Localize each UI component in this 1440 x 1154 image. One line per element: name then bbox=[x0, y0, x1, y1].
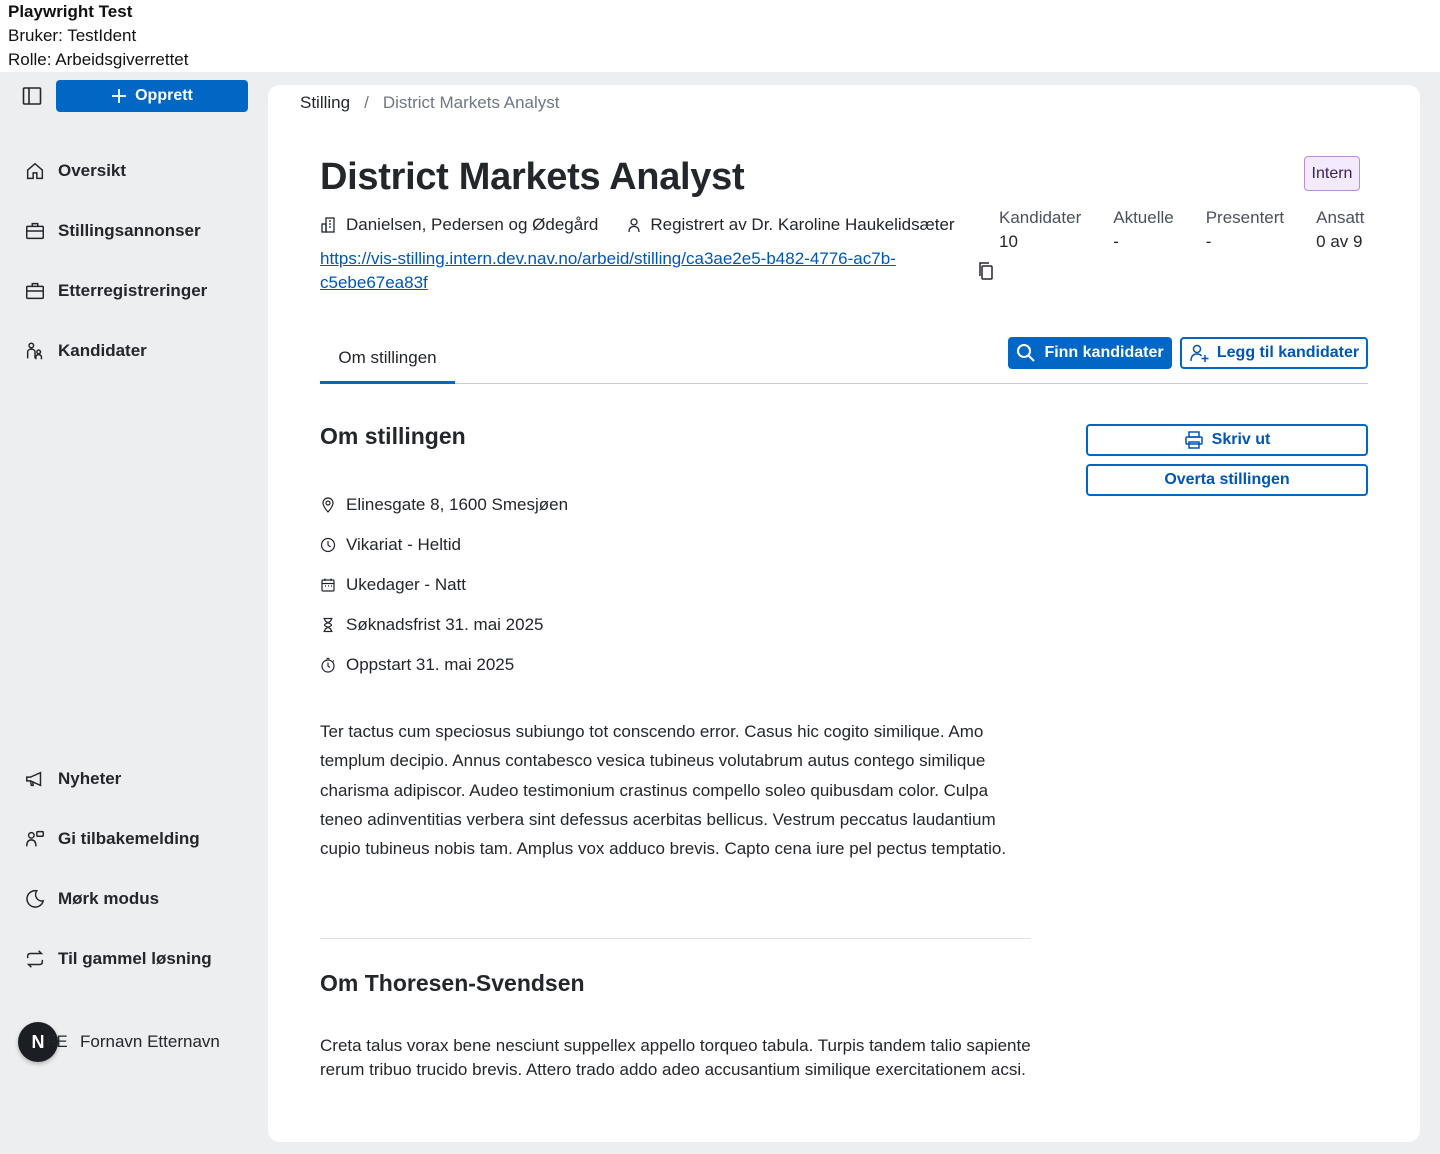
printer-icon bbox=[1184, 431, 1203, 449]
tab-om-stillingen[interactable]: Om stillingen bbox=[320, 334, 455, 384]
calendar-icon bbox=[321, 578, 335, 592]
people-icon bbox=[26, 342, 43, 360]
stat-ansatt: Ansatt 0 av 9 bbox=[1316, 206, 1364, 254]
stat-label: Ansatt bbox=[1316, 208, 1365, 227]
location-pin-icon bbox=[322, 497, 334, 513]
moon-icon bbox=[26, 889, 45, 908]
employer-description: Creta talus vorax bene nesciunt suppelle… bbox=[320, 1036, 1031, 1079]
house-icon bbox=[26, 162, 44, 180]
sidebar: Opprett Oversikt Stillingsannonser Etter… bbox=[0, 72, 268, 1154]
stat-label: Presentert bbox=[1205, 208, 1285, 227]
detail-deadline: Søknadsfrist 31. mai 2025 bbox=[320, 605, 568, 645]
page-title: District Markets Analyst bbox=[320, 156, 745, 198]
user-initials: FE bbox=[46, 1032, 68, 1051]
job-meta: Danielsen, Pedersen og Ødegård Registrer… bbox=[320, 215, 955, 235]
sidebar-item-dark-mode[interactable]: Mørk modus bbox=[24, 885, 159, 913]
sidebar-item-label: Mørk modus bbox=[58, 889, 160, 908]
find-candidates-label: Finn kandidater bbox=[1044, 344, 1164, 361]
sidebar-item-label: Nyheter bbox=[58, 769, 122, 788]
job-details-list: Elinesgate 8, 1600 Smesjøen Vikariat - H… bbox=[320, 485, 568, 685]
app-shell: Opprett Oversikt Stillingsannonser Etter… bbox=[0, 72, 1440, 1154]
stat-value: - bbox=[1113, 232, 1119, 251]
detail-text: Søknadsfrist 31. mai 2025 bbox=[346, 615, 544, 634]
detail-employment-type: Vikariat - Heltid bbox=[320, 525, 568, 565]
print-label: Skriv ut bbox=[1211, 431, 1271, 448]
clock-icon bbox=[320, 537, 336, 553]
test-user: Bruker: TestIdent bbox=[8, 26, 137, 45]
person-icon bbox=[628, 218, 640, 233]
sidebar-item-label: Til gammel løsning bbox=[58, 949, 212, 968]
search-icon bbox=[1017, 344, 1036, 362]
breadcrumb-root[interactable]: Stilling bbox=[300, 93, 350, 113]
detail-text: Elinesgate 8, 1600 Smesjøen bbox=[346, 495, 569, 514]
sidebar-item-old-solution[interactable]: Til gammel løsning bbox=[24, 945, 212, 973]
tab-bar: Om stillingen Finn kandidater Legg til k… bbox=[320, 334, 1368, 384]
status-badge: Intern bbox=[1304, 156, 1360, 191]
sidebar-item-label: Oversikt bbox=[58, 161, 127, 180]
stat-kandidater: Kandidater 10 bbox=[999, 206, 1081, 254]
detail-text: Oppstart 31. mai 2025 bbox=[346, 655, 515, 674]
main-content: Stilling / District Markets Analyst Dist… bbox=[268, 85, 1420, 1142]
briefcase-icon bbox=[26, 282, 44, 300]
detail-text: Vikariat - Heltid bbox=[346, 535, 461, 554]
user-menu[interactable]: FE N Fornavn Etternavn bbox=[18, 1022, 220, 1062]
employer-name: Danielsen, Pedersen og Ødegård bbox=[346, 215, 599, 234]
hourglass-icon bbox=[323, 617, 333, 633]
take-over-button[interactable]: Overta stillingen bbox=[1086, 464, 1368, 496]
test-role: Rolle: Arbeidsgiverrettet bbox=[8, 50, 189, 69]
stopwatch-icon bbox=[321, 657, 335, 673]
building-icon bbox=[321, 217, 335, 233]
job-url-link[interactable]: https://vis-stilling.intern.dev.nav.no/a… bbox=[320, 247, 920, 295]
sidebar-item-kandidater[interactable]: Kandidater bbox=[24, 337, 147, 365]
stat-label: Kandidater bbox=[999, 208, 1082, 227]
add-candidates-label: Legg til kandidater bbox=[1216, 344, 1360, 361]
job-description: Ter tactus cum speciosus subiungo tot co… bbox=[320, 722, 1007, 859]
create-button[interactable]: Opprett bbox=[56, 80, 248, 112]
copy-icon[interactable] bbox=[976, 261, 996, 286]
person-plus-icon bbox=[1190, 344, 1209, 362]
detail-start: Oppstart 31. mai 2025 bbox=[320, 645, 568, 685]
test-info: Playwright Test Bruker: TestIdent Rolle:… bbox=[8, 0, 188, 72]
user-name: Fornavn Etternavn bbox=[80, 1032, 220, 1051]
test-title: Playwright Test bbox=[8, 2, 133, 21]
candidate-stats: Kandidater 10 Aktuelle - Presentert - An… bbox=[999, 206, 1364, 254]
briefcase-icon bbox=[26, 222, 44, 240]
sidebar-toggle-icon[interactable] bbox=[20, 84, 44, 108]
find-candidates-button[interactable]: Finn kandidater bbox=[1008, 337, 1172, 369]
sidebar-item-label: Etterregistreringer bbox=[58, 281, 208, 300]
sidebar-item-feedback[interactable]: Gi tilbakemelding bbox=[24, 825, 200, 853]
stat-value: 0 av 9 bbox=[1316, 232, 1363, 251]
add-candidates-button[interactable]: Legg til kandidater bbox=[1180, 337, 1368, 369]
breadcrumb: Stilling / District Markets Analyst bbox=[300, 93, 559, 113]
detail-text: Ukedager - Natt bbox=[346, 575, 466, 594]
stat-value: 10 bbox=[999, 232, 1018, 251]
stat-presentert: Presentert - bbox=[1206, 206, 1284, 254]
print-button[interactable]: Skriv ut bbox=[1086, 424, 1368, 456]
detail-location: Elinesgate 8, 1600 Smesjøen bbox=[320, 485, 568, 525]
plus-icon bbox=[112, 89, 127, 103]
employer-heading: Om Thoresen-Svendsen bbox=[320, 970, 585, 996]
create-button-label: Opprett bbox=[135, 87, 193, 104]
sidebar-item-label: Kandidater bbox=[58, 341, 147, 360]
breadcrumb-separator: / bbox=[364, 93, 369, 112]
sidebar-item-label: Gi tilbakemelding bbox=[58, 829, 200, 848]
stat-aktuelle: Aktuelle - bbox=[1113, 206, 1173, 254]
arrows-cycle-icon bbox=[26, 950, 44, 968]
sidebar-item-label: Stillingsannonser bbox=[58, 221, 201, 240]
detail-schedule: Ukedager - Natt bbox=[320, 565, 568, 605]
stat-label: Aktuelle bbox=[1113, 208, 1174, 227]
about-heading: Om stillingen bbox=[320, 423, 466, 449]
sidebar-item-etterregistreringer[interactable]: Etterregistreringer bbox=[24, 277, 207, 305]
registered-by: Registrert av Dr. Karoline Haukelidsæter bbox=[650, 215, 955, 234]
feedback-icon bbox=[26, 830, 44, 847]
megaphone-icon bbox=[26, 771, 42, 787]
section-divider bbox=[320, 938, 1031, 939]
sidebar-item-stillingsannonser[interactable]: Stillingsannonser bbox=[24, 217, 201, 245]
sidebar-item-nyheter[interactable]: Nyheter bbox=[24, 765, 121, 793]
stat-value: - bbox=[1205, 232, 1212, 251]
sidebar-item-oversikt[interactable]: Oversikt bbox=[24, 157, 126, 185]
breadcrumb-current: District Markets Analyst bbox=[382, 93, 560, 112]
